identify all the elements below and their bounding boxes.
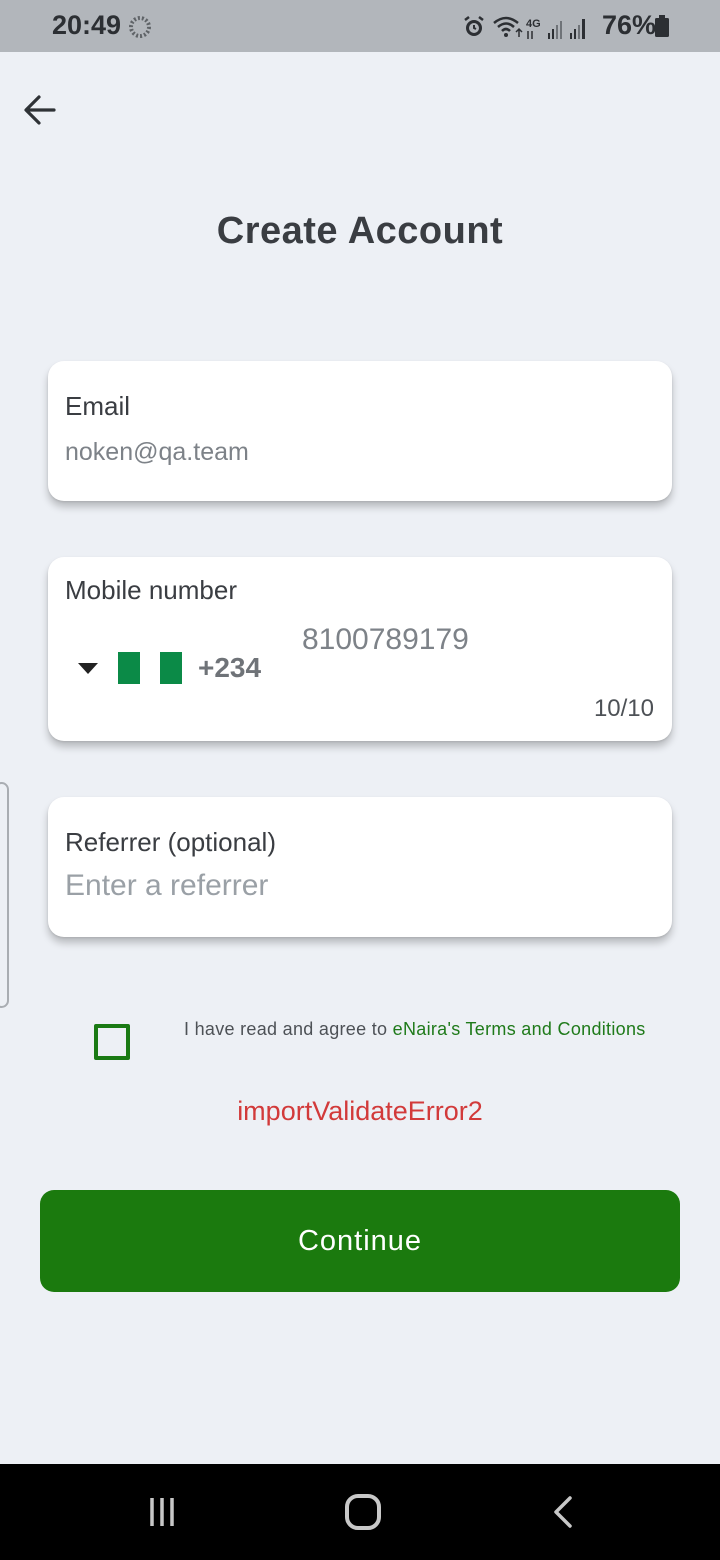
dial-code: +234: [198, 652, 262, 683]
alarm-icon: [464, 16, 484, 36]
country-code-picker[interactable]: +234: [70, 645, 280, 691]
email-field[interactable]: noken@qa.team: [65, 438, 249, 467]
continue-button[interactable]: Continue: [40, 1190, 680, 1292]
recent-apps-icon: [150, 1498, 174, 1526]
signal-icon: [548, 21, 562, 39]
battery-percent: 76%: [602, 10, 657, 40]
status-bar: 20:49 4G 76%: [0, 0, 720, 52]
email-card[interactable]: Email noken@qa.team: [48, 361, 672, 501]
arrow-left-icon: [24, 95, 56, 125]
terms-text: I have read and agree to eNaira's Terms …: [184, 1017, 654, 1041]
email-label: Email: [65, 391, 131, 421]
caret-down-icon: [78, 662, 98, 674]
status-indicators-icon: 4G: [464, 16, 585, 39]
terms-prefix: I have read and agree to: [184, 1019, 393, 1039]
network-type-label: 4G: [526, 18, 541, 30]
status-time: 20:49: [52, 10, 122, 40]
system-back-button[interactable]: [536, 1484, 592, 1540]
referrer-card[interactable]: Referrer (optional) Enter a referrer: [48, 797, 672, 937]
recent-apps-button[interactable]: [134, 1484, 190, 1540]
system-nav-bar: [0, 1464, 720, 1560]
battery-icon: [655, 15, 669, 37]
home-icon: [345, 1494, 381, 1530]
mobile-number-field[interactable]: 8100789179: [302, 623, 469, 657]
mobile-label: Mobile number: [65, 575, 237, 605]
referrer-field[interactable]: Enter a referrer: [65, 869, 268, 903]
mobile-card: Mobile number +234 8100789179 10/10: [48, 557, 672, 741]
back-button[interactable]: [18, 88, 62, 132]
home-button[interactable]: [335, 1484, 391, 1540]
page-title: Create Account: [216, 210, 504, 252]
character-counter: 10/10: [593, 695, 654, 722]
error-message: importValidateError2: [237, 1096, 483, 1126]
terms-link[interactable]: eNaira's Terms and Conditions: [393, 1019, 646, 1039]
referrer-label: Referrer (optional): [65, 827, 276, 857]
wifi-icon: [493, 16, 523, 37]
signal-2-icon: [570, 19, 585, 39]
side-panel-handle[interactable]: [0, 782, 9, 1008]
chevron-left-icon: [554, 1496, 572, 1528]
nigeria-flag-icon: [118, 652, 182, 684]
sync-icon: [129, 16, 151, 38]
terms-checkbox[interactable]: [94, 1024, 130, 1060]
